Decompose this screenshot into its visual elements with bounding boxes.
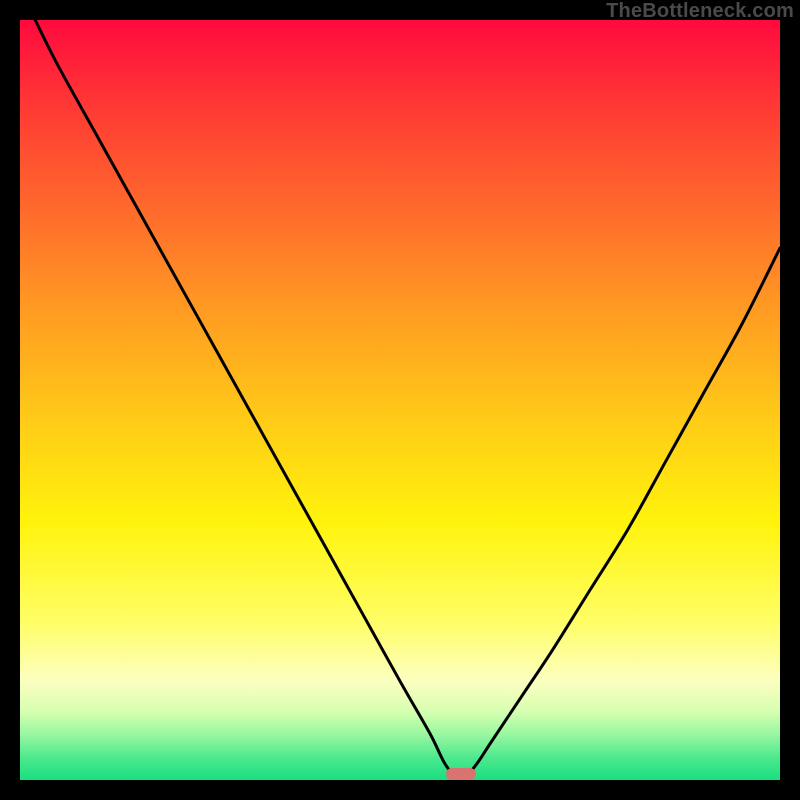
chart-frame: TheBottleneck.com xyxy=(0,0,800,800)
attribution-text: TheBottleneck.com xyxy=(606,0,794,23)
curve-svg xyxy=(20,20,780,780)
plot-area xyxy=(20,20,780,780)
bottleneck-curve xyxy=(35,20,780,780)
minimum-marker xyxy=(446,768,476,780)
